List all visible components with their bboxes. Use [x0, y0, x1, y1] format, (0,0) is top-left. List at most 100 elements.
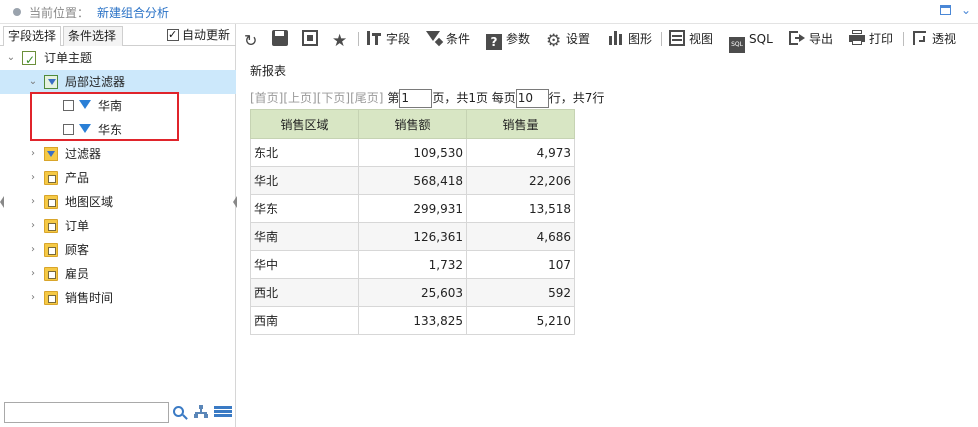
view-icon — [669, 30, 685, 46]
panel-splitter-handle[interactable] — [233, 196, 237, 210]
tree-node-root[interactable]: ⌄ 订单主题 — [0, 46, 236, 72]
toolbar-separator — [903, 32, 904, 46]
sql-icon: SQL — [729, 37, 745, 53]
toolbar: ↻ ★ 字段 条件 ? 参数 ⚙ 设置 图形 视图 SQL SQL 导出 打印 透视 — [238, 26, 978, 53]
field-button[interactable]: 字段 — [366, 29, 410, 49]
next-page-link[interactable]: [下页] — [317, 91, 350, 105]
toolbar-label: SQL — [749, 32, 773, 46]
first-page-link[interactable]: [首页] — [250, 91, 283, 105]
expand-arrow-icon[interactable]: › — [28, 238, 38, 262]
table-folder-icon — [44, 195, 58, 209]
cell-region: 东北 — [250, 138, 359, 167]
collapse-icon[interactable]: ⌄ — [961, 4, 973, 17]
tree-node-folder[interactable]: › 地图区域 — [0, 190, 236, 214]
settings-button[interactable]: ⚙ 设置 — [546, 29, 590, 51]
column-header[interactable]: 销售额 — [358, 109, 467, 139]
tree-node-folder[interactable]: › 过滤器 — [0, 142, 236, 166]
tree-node-label: 过滤器 — [65, 147, 102, 161]
cell-sales-volume: 22,206 — [466, 166, 575, 195]
table-folder-icon — [44, 243, 58, 257]
tab-field-select[interactable]: 字段选择 — [3, 26, 61, 46]
pivot-button[interactable]: 透视 — [912, 29, 956, 49]
cell-region: 西南 — [250, 306, 359, 335]
refresh-button[interactable]: ↻ — [244, 29, 264, 49]
parameter-button[interactable]: ? 参数 — [486, 29, 531, 50]
sql-button[interactable]: SQL SQL — [729, 29, 773, 53]
search-icon[interactable] — [172, 405, 188, 421]
left-panel: 字段选择 条件选择 自动更新 ⌄ 订单主题 ⌄ 局部过滤器 华南 华东 — [0, 24, 237, 427]
cell-region: 西北 — [250, 278, 359, 307]
tree-node-label: 销售时间 — [65, 291, 114, 305]
save-as-button[interactable] — [302, 29, 322, 49]
chart-icon — [608, 30, 624, 46]
gear-icon: ⚙ — [546, 31, 562, 51]
table-row: 西南 133,825 5,210 — [250, 306, 575, 335]
tree-node-label: 订单主题 — [44, 51, 93, 65]
tab-condition-select[interactable]: 条件选择 — [63, 26, 123, 46]
expand-arrow-icon[interactable]: › — [28, 286, 38, 310]
tree-node-folder[interactable]: › 雇员 — [0, 262, 236, 286]
tree-node-label: 顾客 — [65, 243, 90, 257]
maximize-icon[interactable] — [940, 5, 951, 15]
view-button[interactable]: 视图 — [669, 29, 713, 49]
auto-update-checkbox[interactable] — [167, 27, 179, 43]
auto-update-toggle[interactable]: 自动更新 — [167, 27, 230, 43]
table-row: 华南 126,361 4,686 — [250, 222, 575, 251]
rows-per-page-input[interactable]: 10 — [515, 89, 549, 108]
condition-button[interactable]: 条件 — [426, 29, 470, 49]
table-row: 华东 299,931 13,518 — [250, 194, 575, 223]
tree-node-label: 局部过滤器 — [65, 75, 126, 89]
pagination-bar: [首页][上页][下页][尾页] 第 1 页，共1页 每页 10 行，共7行 — [250, 88, 604, 108]
rows-suffix: 行，共7行 — [548, 91, 605, 105]
save-icon — [272, 30, 288, 46]
cell-sales-amount: 1,732 — [358, 250, 467, 279]
expand-arrow-icon[interactable]: › — [28, 190, 38, 214]
expand-arrow-icon[interactable]: ⌄ — [6, 46, 16, 70]
left-edge-handle[interactable] — [0, 196, 4, 210]
tree-node-local-filter[interactable]: ⌄ 局部过滤器 — [0, 70, 236, 94]
toolbar-label: 参数 — [506, 32, 531, 46]
expand-arrow-icon[interactable]: › — [28, 142, 38, 166]
panel-tabs: 字段选择 条件选择 自动更新 — [0, 24, 236, 46]
expand-arrow-icon[interactable]: ⌄ — [28, 70, 38, 94]
toolbar-label: 打印 — [869, 32, 894, 46]
cell-sales-amount: 109,530 — [358, 138, 467, 167]
tree-node-label: 雇员 — [65, 267, 90, 281]
tree-node-folder[interactable]: › 销售时间 — [0, 286, 236, 310]
tree-node-label: 地图区域 — [65, 195, 114, 209]
cell-sales-amount: 126,361 — [358, 222, 467, 251]
expand-arrow-icon[interactable]: › — [28, 262, 38, 286]
expand-arrow-icon[interactable]: › — [28, 166, 38, 190]
filter-folder-icon — [44, 147, 58, 161]
tree-node-folder[interactable]: › 订单 — [0, 214, 236, 238]
breadcrumb-current[interactable]: 新建组合分析 — [97, 4, 169, 21]
page-number-input[interactable]: 1 — [399, 89, 433, 108]
toolbar-label: 字段 — [386, 32, 411, 46]
column-header[interactable]: 销售区域 — [250, 109, 359, 139]
filter-group-icon — [44, 75, 58, 89]
export-button[interactable]: 导出 — [789, 29, 833, 49]
save-button[interactable] — [272, 29, 292, 49]
list-view-icon[interactable] — [214, 406, 232, 418]
toolbar-separator — [358, 32, 359, 46]
cell-sales-amount: 133,825 — [358, 306, 467, 335]
tree-search-input[interactable] — [4, 402, 169, 423]
expand-arrow-icon[interactable]: › — [28, 214, 38, 238]
print-button[interactable]: 打印 — [849, 29, 893, 49]
tree-node-folder[interactable]: › 产品 — [0, 166, 236, 190]
chart-button[interactable]: 图形 — [608, 29, 652, 49]
auto-update-label: 自动更新 — [182, 28, 231, 42]
condition-icon — [426, 30, 444, 47]
print-icon — [849, 30, 865, 46]
column-header[interactable]: 销售量 — [466, 109, 575, 139]
tree-view-icon[interactable] — [194, 405, 208, 419]
cell-sales-amount: 568,418 — [358, 166, 467, 195]
location-dot-icon — [13, 8, 21, 16]
title-bar: 当前位置： 新建组合分析 ⌄ — [0, 0, 978, 24]
favorite-button[interactable]: ★ — [332, 29, 352, 50]
cell-region: 华东 — [250, 194, 359, 223]
tree-node-folder[interactable]: › 顾客 — [0, 238, 236, 262]
last-page-link[interactable]: [尾页] — [350, 91, 383, 105]
table-row: 西北 25,603 592 — [250, 278, 575, 307]
prev-page-link[interactable]: [上页] — [283, 91, 316, 105]
